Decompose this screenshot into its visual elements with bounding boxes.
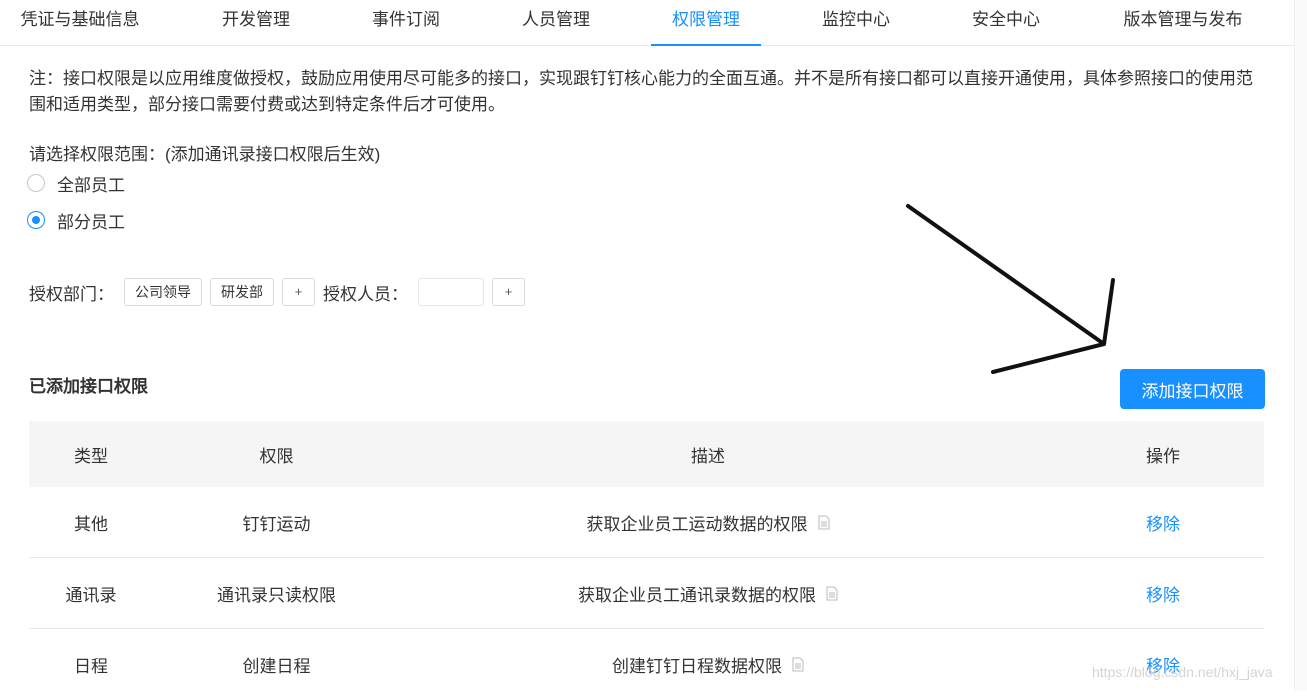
cell-type: 通讯录 (65, 585, 117, 605)
radio-button-checked[interactable] (27, 211, 45, 229)
cell-permission: 创建日程 (242, 656, 311, 676)
permissions-table: 类型 权限 描述 操作 其他 钉钉运动 获取企业员工运动数据的权限 移除 通讯录… (29, 421, 1264, 699)
cell-description: 获取企业员工通讯录数据的权限 (400, 558, 1016, 628)
table-row: 通讯录 通讯录只读权限 获取企业员工通讯录数据的权限 移除 (29, 558, 1264, 629)
table-row: 其他 钉钉运动 获取企业员工运动数据的权限 移除 (29, 487, 1264, 558)
table-row: 日程 创建日程 创建钉钉日程数据权限 移除 (29, 629, 1264, 699)
cell-description: 创建钉钉日程数据权限 (400, 629, 1016, 699)
remove-link[interactable]: 移除 (1146, 510, 1180, 535)
tab-event-subscription[interactable]: 事件订阅 (366, 0, 446, 45)
scope-option-partial[interactable]: 部分员工 (27, 208, 125, 232)
add-department-button[interactable]: + (282, 278, 315, 306)
cell-permission: 钉钉运动 (242, 514, 311, 534)
description-text: 获取企业员工通讯录数据的权限 (578, 585, 816, 605)
tab-dev-management[interactable]: 开发管理 (216, 0, 296, 45)
add-permission-button[interactable]: 添加接口权限 (1120, 369, 1265, 409)
tab-monitoring[interactable]: 监控中心 (816, 0, 896, 45)
authorization-row: 授权部门： 公司领导 研发部 + 授权人员： + (29, 276, 533, 308)
document-icon[interactable] (792, 657, 804, 672)
dept-tag-company-leaders[interactable]: 公司领导 (124, 278, 202, 306)
header-type: 类型 (74, 446, 108, 466)
table-header: 类型 权限 描述 操作 (29, 421, 1264, 487)
radio-label: 全部员工 (57, 175, 125, 195)
tab-permission-management[interactable]: 权限管理 (651, 0, 761, 46)
permission-notice: 注：接口权限是以应用维度做授权，鼓励应用使用尽可能多的接口，实现跟钉钉核心能力的… (29, 69, 1253, 114)
description-text: 获取企业员工运动数据的权限 (586, 514, 808, 534)
scope-label: 请选择权限范围：(添加通讯录接口权限后生效) (29, 145, 381, 164)
add-user-button[interactable]: + (492, 278, 525, 306)
header-action: 操作 (1146, 446, 1180, 466)
description-text: 创建钉钉日程数据权限 (612, 656, 782, 676)
cell-action: 移除 (1029, 558, 1297, 628)
cell-description: 获取企业员工运动数据的权限 (400, 487, 1016, 557)
header-permission: 权限 (259, 446, 294, 466)
added-permissions-title: 已添加接口权限 (29, 377, 148, 396)
dept-tag-rnd[interactable]: 研发部 (210, 278, 274, 306)
scrollbar[interactable] (1294, 0, 1307, 691)
tab-version-release[interactable]: 版本管理与发布 (1118, 0, 1248, 45)
document-icon[interactable] (818, 515, 830, 530)
dept-label: 授权部门： (29, 284, 114, 304)
user-label: 授权人员： (323, 284, 408, 304)
cell-type: 其他 (74, 514, 108, 534)
radio-label: 部分员工 (57, 212, 125, 232)
cell-type: 日程 (74, 656, 108, 676)
tab-people-management[interactable]: 人员管理 (516, 0, 596, 45)
header-description: 描述 (691, 446, 725, 466)
radio-button[interactable] (27, 174, 45, 192)
tab-security[interactable]: 安全中心 (966, 0, 1046, 45)
cell-permission: 通讯录只读权限 (217, 585, 336, 605)
scope-option-all[interactable]: 全部员工 (27, 171, 125, 195)
cell-action: 移除 (1029, 487, 1297, 557)
tab-bar: 凭证与基础信息 开发管理 事件订阅 人员管理 权限管理 监控中心 安全中心 版本… (0, 0, 1295, 46)
user-tag-redacted[interactable] (418, 278, 484, 306)
tab-credentials[interactable]: 凭证与基础信息 (18, 0, 142, 45)
remove-link[interactable]: 移除 (1146, 581, 1180, 606)
watermark: https://blog.csdn.net/hxj_java (1092, 664, 1273, 680)
document-icon[interactable] (826, 586, 838, 601)
